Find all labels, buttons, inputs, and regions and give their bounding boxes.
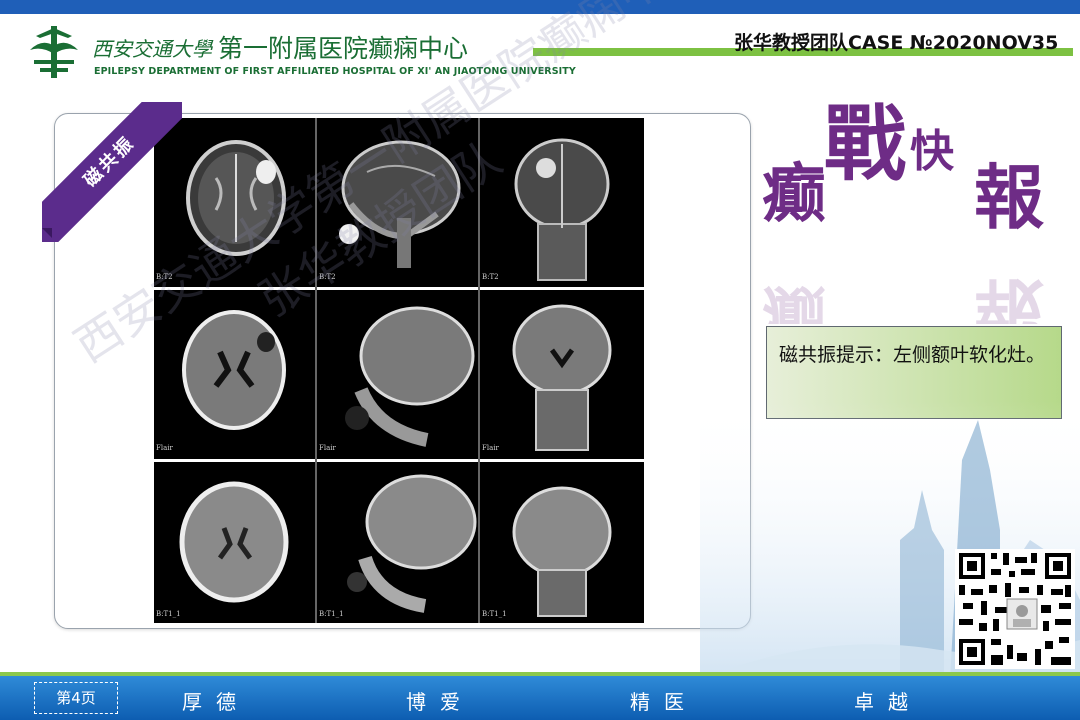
mri-t1-sagittal: B:T1_1 (317, 462, 478, 623)
page-number-badge: 第4页 (34, 682, 118, 714)
mri-t1-axial: B:T1_1 (154, 462, 315, 623)
motto-1: 厚德 (182, 690, 250, 714)
hospital-name-cn: 西安交通大學 第一附属医院癫痫中心 (92, 30, 468, 64)
sequence-label: B:T2 (482, 273, 499, 281)
motto-3: 精医 (630, 690, 698, 714)
title-reflection: 癫 (762, 276, 826, 324)
mri-t1-coronal: B:T1_1 (480, 462, 644, 623)
motto-4: 卓越 (854, 690, 922, 714)
sequence-label: Flair (319, 444, 336, 452)
brain-coronal-image (512, 304, 612, 451)
sequence-label: B:T1_1 (319, 610, 344, 618)
sequence-label: B:T1_1 (482, 610, 507, 618)
brain-sagittal-image (345, 306, 475, 447)
mri-flair-coronal: Flair (480, 290, 644, 457)
title-char: 報 (974, 156, 1044, 239)
sequence-label: Flair (482, 444, 499, 452)
title-char: 快 (910, 126, 955, 177)
mri-flair-sagittal: Flair (317, 290, 478, 457)
motto-2: 博爱 (406, 690, 474, 714)
brain-coronal-image (512, 486, 612, 617)
qr-code (955, 549, 1075, 669)
mri-ribbon: 磁共振 (42, 102, 182, 242)
brain-axial-image (179, 481, 289, 603)
title-reflection: 報 (974, 269, 1044, 324)
ribbon-fold (42, 228, 52, 238)
university-name: 西安交通大學 (92, 36, 212, 61)
sequence-label: Flair (156, 444, 173, 452)
title-char: 戰 (824, 96, 906, 192)
hospital-logo (30, 26, 78, 78)
grid-divider (154, 459, 644, 462)
case-id: 张华教授团队CASE №2020NOV35 (734, 32, 1059, 54)
title-reflection: 戰 (824, 316, 906, 324)
brain-sagittal-image (347, 474, 477, 613)
title-char: 癫 (762, 157, 826, 232)
sequence-label: B:T1_1 (156, 610, 181, 618)
finding-text: 磁共振提示：左侧额叶软化灶。 (779, 344, 1046, 366)
ribbon-label: 磁共振 (42, 102, 182, 242)
title-calligraphy: 癫 戰 快 報 癫 戰 快 報 (762, 96, 1044, 324)
department-name: 第一附属医院癫痫中心 (218, 34, 469, 63)
